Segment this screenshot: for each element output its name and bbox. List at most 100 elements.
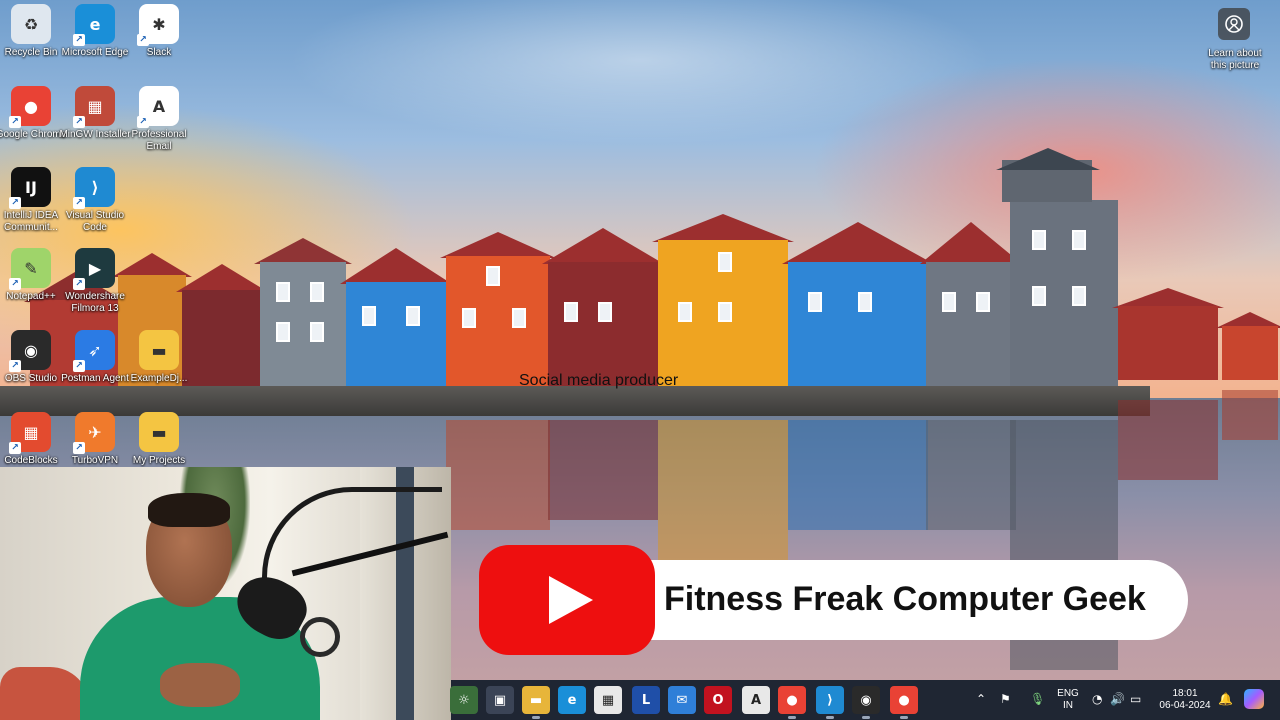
shortcut-arrow-icon: ↗ <box>137 34 149 46</box>
notepadpp-icon: ✎ ↗ <box>9 248 51 290</box>
shortcut-arrow-icon: ↗ <box>73 116 85 128</box>
desktop-icon-professional-email[interactable]: A ↗ Professional Email <box>126 86 192 164</box>
channel-name: Fitness Freak Computer Geek <box>664 580 1146 618</box>
language-line-1: ENG <box>1057 688 1079 699</box>
shortcut-arrow-icon: ↗ <box>9 197 21 209</box>
professional-email-taskbar-icon[interactable]: A <box>742 686 770 714</box>
l-app-icon[interactable]: L <box>632 686 660 714</box>
desktop-icon-google-chrome[interactable]: ● ↗ Google Chrome <box>0 86 66 164</box>
language-indicator[interactable]: ENG IN <box>1056 688 1080 712</box>
wallpaper-reflection <box>446 420 550 530</box>
chrome-taskbar-icon-2[interactable]: ● <box>890 686 918 714</box>
wallpaper-house <box>652 214 794 388</box>
email-icon: A ↗ <box>137 86 179 128</box>
edge-icon: e ↗ <box>73 4 115 46</box>
learn-about-picture-icon[interactable] <box>1218 8 1250 40</box>
wallpaper-house <box>340 248 452 388</box>
shortcut-arrow-icon: ↗ <box>73 278 85 290</box>
wallpaper-house <box>782 222 934 388</box>
obs-icon: ◉ ↗ <box>9 330 51 372</box>
notification-bell-icon[interactable]: 🔔 <box>1218 692 1233 706</box>
desktop-icon-label: Wondershare Filmora 13 <box>65 291 125 314</box>
turbovpn-icon: ✈ ↗ <box>73 412 115 454</box>
shortcut-arrow-icon: ↗ <box>9 360 21 372</box>
desktop-icon-mingw-installer[interactable]: ▦ ↗ MinGW Installer <box>59 86 131 164</box>
desktop-icon-label: Professional Email <box>131 129 187 152</box>
presenter-hair <box>148 493 230 527</box>
desktop-icon-label: MinGW Installer <box>59 129 131 140</box>
mail-icon[interactable]: ✉ <box>668 686 696 714</box>
webcam-cushion <box>0 667 90 720</box>
desktop-icon-visual-studio-code[interactable]: ⟩ ↗ Visual Studio Code <box>62 167 128 245</box>
volume-icon[interactable]: 🔊 <box>1110 692 1125 706</box>
opera-icon[interactable]: O <box>704 686 732 714</box>
running-indicator <box>532 716 540 719</box>
desktop-icon-wondershare-filmora-13[interactable]: ▶ ↗ Wondershare Filmora 13 <box>62 248 128 326</box>
running-indicator <box>788 716 796 719</box>
wallpaper-house <box>440 232 556 388</box>
clock-time: 18:01 <box>1172 688 1198 699</box>
wallpaper-house <box>1216 312 1280 380</box>
desktop-icon-label: Microsoft Edge <box>61 47 129 58</box>
desktop-icon-label: Visual Studio Code <box>65 210 125 233</box>
wallpaper-reflection <box>548 420 658 520</box>
wallpaper-house <box>1112 288 1224 380</box>
camera-search-icon <box>1225 15 1243 33</box>
desktop-icon-label: My Projects <box>132 455 186 466</box>
desktop-icon-postman-agent[interactable]: ➶ ↗ Postman Agent <box>61 330 129 408</box>
edge-taskbar-icon[interactable]: e <box>558 686 586 714</box>
wifi-icon[interactable]: ◔ <box>1092 692 1102 706</box>
desktop-icon-recycle-bin[interactable]: ♻ Recycle Bin <box>0 4 64 82</box>
desktop-icon-exampledj[interactable]: ▬ ExampleDj... <box>126 330 192 408</box>
shortcut-arrow-icon: ↗ <box>9 116 21 128</box>
clock[interactable]: 18:01 06-04-2024 <box>1152 688 1218 712</box>
shortcut-arrow-icon: ↗ <box>73 34 85 46</box>
widgets-icon[interactable]: ☼ <box>450 686 478 714</box>
task-view-icon[interactable]: ▣ <box>486 686 514 714</box>
wallpaper-house <box>920 222 1022 388</box>
show-hidden-icons-chevron-icon[interactable]: ⌃ <box>976 692 986 706</box>
recycle-bin-icon: ♻ <box>11 4 51 44</box>
filmora-icon: ▶ ↗ <box>73 248 115 290</box>
folder-icon: ▬ <box>139 330 179 370</box>
vscode-taskbar-icon[interactable]: ⟩ <box>816 686 844 714</box>
store-icon[interactable]: ▦ <box>594 686 622 714</box>
clock-date: 06-04-2024 <box>1159 700 1211 711</box>
chrome-icon: ● ↗ <box>9 86 51 128</box>
running-indicator <box>862 716 870 719</box>
wallpaper-reflection <box>658 420 788 560</box>
obs-taskbar-icon[interactable]: ◉ <box>852 686 880 714</box>
copilot-icon[interactable] <box>1244 689 1264 709</box>
desktop-icon-slack[interactable]: ✱ ↗ Slack <box>126 4 192 82</box>
vscode-icon: ⟩ ↗ <box>73 167 115 209</box>
webcam-overlay <box>0 467 451 720</box>
shortcut-arrow-icon: ↗ <box>73 197 85 209</box>
slack-icon: ✱ ↗ <box>137 4 179 46</box>
desktop-icon-obs-studio[interactable]: ◉ ↗ OBS Studio <box>0 330 64 408</box>
battery-icon[interactable]: ▭ <box>1130 692 1141 706</box>
microphone-tray-icon[interactable]: 🎙 <box>1030 692 1045 706</box>
chrome-taskbar-icon[interactable]: ● <box>778 686 806 714</box>
shortcut-arrow-icon: ↗ <box>137 116 149 128</box>
desktop-icon-label: ExampleDj... <box>130 373 188 384</box>
desktop-icon-intellij-idea-communit[interactable]: IJ ↗ IntelliJ IDEA Communit... <box>0 167 64 245</box>
learn-about-picture-label[interactable]: Learn about this picture <box>1200 48 1270 72</box>
mingw-icon: ▦ ↗ <box>73 86 115 128</box>
floating-caption-text: Social media producer <box>519 372 679 389</box>
youtube-logo-icon <box>479 545 655 655</box>
wallpaper-reflection <box>788 420 928 530</box>
desktop-icon-label: Slack <box>146 47 172 58</box>
shortcut-arrow-icon: ↗ <box>9 442 21 454</box>
wallpaper-reflection <box>1222 390 1278 440</box>
meet-now-icon[interactable]: ⚑ <box>1000 692 1011 706</box>
wallpaper-reflection <box>1118 400 1218 480</box>
desktop-icon-notepad[interactable]: ✎ ↗ Notepad++ <box>0 248 64 326</box>
wallpaper-tower <box>1010 200 1118 388</box>
desktop-icon-microsoft-edge[interactable]: e ↗ Microsoft Edge <box>62 4 128 82</box>
wallpaper-house <box>542 228 664 388</box>
file-explorer-icon[interactable]: ▬ <box>522 686 550 714</box>
shortcut-arrow-icon: ↗ <box>73 442 85 454</box>
running-indicator <box>900 716 908 719</box>
desktop-icon-label: TurboVPN <box>71 455 119 466</box>
wallpaper-reflection <box>926 420 1016 530</box>
